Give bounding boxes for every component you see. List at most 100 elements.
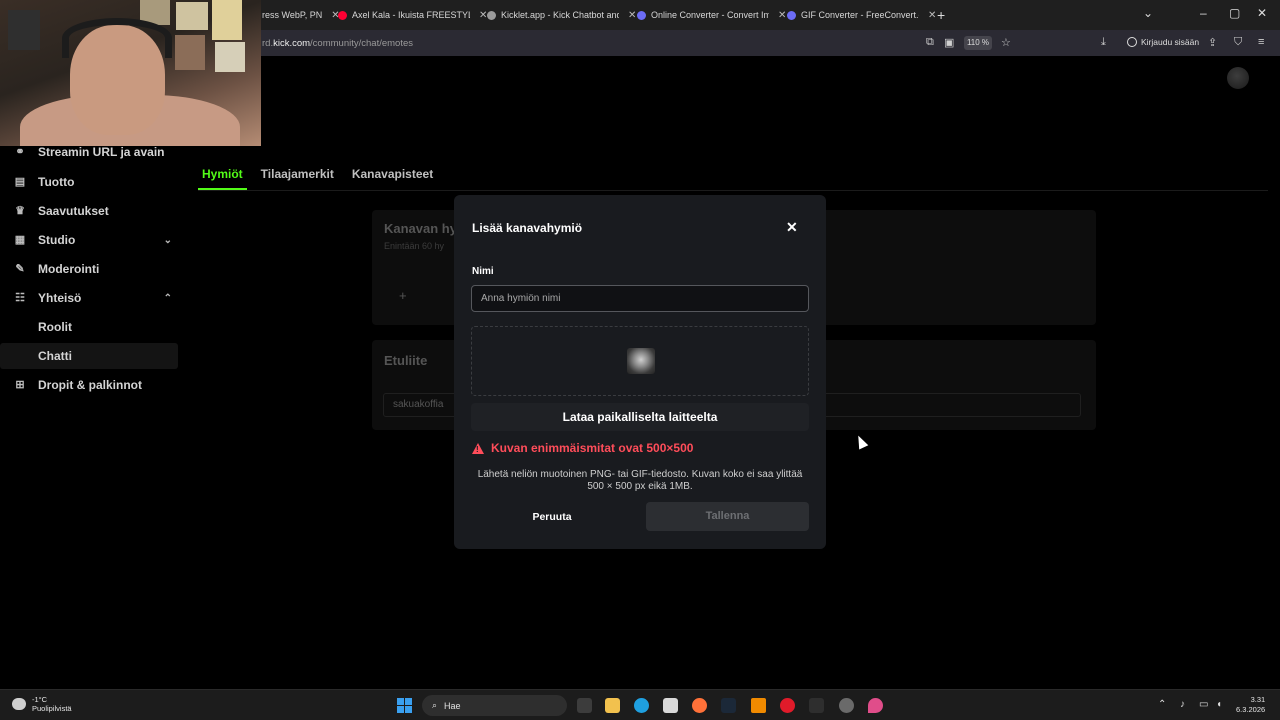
store-icon[interactable] (663, 698, 678, 713)
pip-icon[interactable]: ⧉ (926, 36, 934, 49)
sidebar-item-label: Tuotto (38, 175, 75, 189)
chevron-up-icon: ⌃ (163, 292, 172, 304)
weather-widget[interactable]: -1°C Puolipilvistä (12, 695, 72, 713)
shield-icon[interactable]: ⛉ (1234, 36, 1242, 49)
error-message: ! Kuvan enimmäismitat ovat 500×500 (472, 441, 693, 455)
url-prefix: rd. (262, 38, 274, 49)
url-text[interactable]: rd.kick.com/community/chat/emotes (262, 38, 413, 49)
page-tabs: Hymiöt Tilaajamerkit Kanavapisteet (198, 166, 437, 190)
sidebar-item-moderation[interactable]: ✎ Moderointi (0, 256, 178, 282)
opera-icon[interactable] (780, 698, 795, 713)
sidebar-item-label: Dropit & palkinnot (38, 378, 142, 392)
wall-poster (212, 0, 242, 40)
dialog-title: Lisää kanavahymiö (472, 221, 583, 235)
taskbar-clock[interactable]: 3.31 6.3.2026 (1236, 695, 1265, 715)
sidebar-item-chat[interactable]: Chatti (0, 343, 178, 369)
browser-tab[interactable]: Kicklet.app - Kick Chatbot and ✕ (487, 4, 636, 26)
help-text: Lähetä neliön muotoinen PNG- tai GIF-tie… (477, 469, 803, 492)
sidebar-item-label: Chatti (38, 349, 72, 363)
taskbar: -1°C Puolipilvistä ⌕ Hae ⌃ ♪ ▭ ◖ 3.31 6.… (0, 689, 1280, 720)
extensions-icon[interactable]: ⇪ (1208, 36, 1217, 49)
zoom-level[interactable]: 110 % (964, 36, 992, 50)
sidebar-item-drops[interactable]: ⊞ Dropit & palkinnot (0, 372, 178, 398)
restore-button[interactable]: ▢ (1229, 6, 1240, 20)
volume-icon[interactable]: ◖ (1216, 699, 1222, 710)
minimize-button[interactable]: – (1200, 6, 1207, 20)
tab-label: Axel Kala - Ikuista FREESTYLE - (352, 10, 470, 20)
tab-channel-points[interactable]: Kanavapisteet (348, 166, 437, 190)
emotes-card-subtitle: Enintään 60 hy (384, 241, 445, 251)
gift-icon: ⊞ (15, 379, 25, 391)
signin-label: Kirjaudu sisään (1141, 37, 1200, 47)
microphone-icon[interactable]: ♪ (1180, 699, 1185, 710)
chart-icon: ▤ (14, 176, 26, 188)
vlc-icon[interactable] (751, 698, 766, 713)
cloud-icon (12, 698, 26, 710)
image-dropzone[interactable] (471, 326, 809, 396)
add-emote-plus[interactable]: + (399, 288, 407, 303)
converter-icon (787, 10, 796, 20)
save-button[interactable]: Tallenna (646, 502, 809, 531)
mouse-cursor-icon (853, 433, 869, 450)
signin-button[interactable]: Kirjaudu sisään (1127, 37, 1199, 47)
file-explorer-icon[interactable] (605, 698, 620, 713)
upload-local-button[interactable]: Lataa paikalliselta laitteelta (471, 403, 809, 431)
sidebar-item-achievements[interactable]: ♛ Saavutukset (0, 198, 178, 224)
bookmark-star-icon[interactable]: ☆ (1001, 36, 1011, 49)
start-button[interactable] (397, 698, 412, 713)
cancel-button[interactable]: Peruuta (511, 503, 593, 531)
sidebar-item-community[interactable]: ☷ Yhteisö ⌃ (0, 285, 178, 311)
sidebar-item-studio[interactable]: ▦ Studio ⌄ (0, 227, 178, 253)
add-emote-dialog: Lisää kanavahymiö ✕ Nimi Lataa paikallis… (454, 195, 826, 549)
screenshot-icon[interactable]: ▣ (944, 36, 954, 49)
new-tab-button[interactable]: + (937, 7, 945, 23)
wall-poster (176, 2, 208, 30)
steam-icon[interactable] (721, 698, 736, 713)
search-icon: ⌕ (432, 700, 438, 710)
app-icon[interactable] (868, 698, 883, 713)
close-icon[interactable]: ✕ (928, 10, 936, 21)
tab-label: ress WebP, PN (262, 10, 323, 20)
sidebar-item-label: Roolit (38, 320, 72, 334)
browser-tab[interactable]: GIF Converter - FreeConvert.co ✕ (787, 4, 936, 26)
terminal-icon[interactable] (809, 698, 824, 713)
close-icon[interactable]: ✕ (778, 10, 786, 21)
edge-icon[interactable] (634, 698, 649, 713)
menu-icon[interactable]: ≡ (1258, 36, 1264, 48)
link-icon: ⚭ (15, 146, 25, 158)
download-icon[interactable]: ⤓ (1101, 36, 1106, 49)
app-icon[interactable] (839, 698, 854, 713)
sidebar-item-label: Saavutukset (38, 204, 109, 218)
wall-poster (215, 42, 245, 72)
sidebar-item-roles[interactable]: Roolit (0, 314, 178, 340)
tabs-divider (198, 190, 1268, 191)
user-avatar[interactable] (1227, 67, 1249, 89)
sidebar-item-label: Studio (38, 233, 76, 247)
browser-tab[interactable]: ress WebP, PN ✕ (262, 4, 340, 26)
firefox-icon[interactable] (692, 698, 707, 713)
account-icon (1127, 37, 1137, 47)
clock-date: 6.3.2026 (1236, 705, 1266, 714)
network-icon[interactable]: ▭ (1199, 699, 1208, 710)
sidebar-item-revenue[interactable]: ▤ Tuotto (0, 169, 178, 195)
kicklet-icon (487, 10, 496, 20)
task-view-icon[interactable] (577, 698, 592, 713)
tab-sub-badges[interactable]: Tilaajamerkit (257, 166, 338, 190)
tray-chevron-icon[interactable]: ⌃ (1158, 699, 1166, 710)
trophy-icon: ♛ (15, 205, 25, 217)
close-icon[interactable]: ✕ (786, 219, 798, 236)
browser-tab[interactable]: Online Converter - Convert Ima ✕ (637, 4, 786, 26)
browser-tab[interactable]: Axel Kala - Ikuista FREESTYLE - ✕ (338, 4, 487, 26)
tab-emotes[interactable]: Hymiöt (198, 166, 247, 190)
tab-list-chevron-icon[interactable]: ⌄ (1143, 6, 1153, 20)
chevron-down-icon: ⌄ (163, 234, 172, 246)
headset (62, 18, 172, 58)
community-icon: ☷ (15, 292, 25, 304)
taskbar-search[interactable]: ⌕ Hae (422, 695, 567, 716)
emote-name-input[interactable] (471, 285, 809, 312)
window-close-button[interactable]: ✕ (1257, 6, 1267, 20)
webcam-overlay (0, 0, 261, 146)
wall-poster (8, 10, 40, 50)
prefix-title: Etuliite (384, 353, 428, 368)
close-icon[interactable]: ✕ (628, 10, 636, 21)
